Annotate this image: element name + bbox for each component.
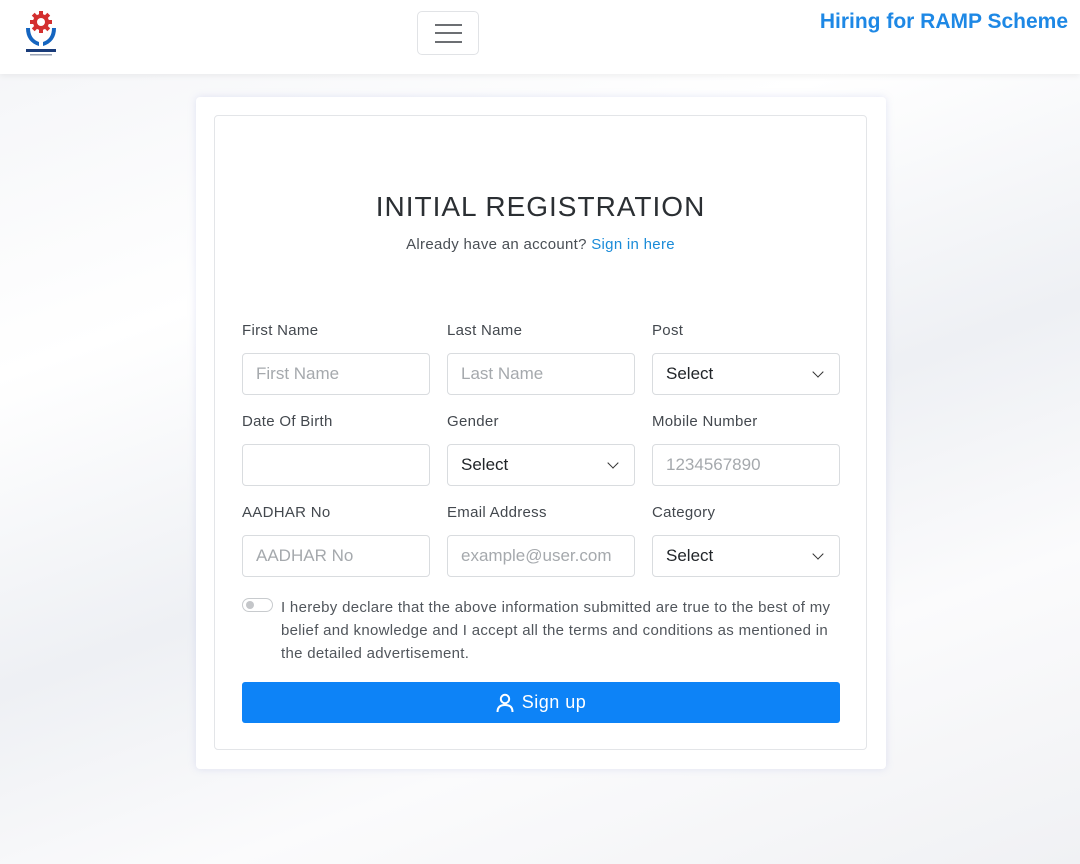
page-title: INITIAL REGISTRATION [375,191,706,222]
post-select[interactable]: Select [652,353,840,395]
first-name-label: First Name [242,322,319,339]
chevron-down-icon [607,457,619,469]
mobile-field: Mobile Number [652,413,840,486]
aadhar-label: AADHAR No [242,504,331,521]
user-icon [496,693,514,712]
menu-toggle-button[interactable] [417,11,479,55]
post-select-value: Select [666,364,714,383]
gender-select-value: Select [461,455,509,474]
last-name-field: Last Name [447,322,635,395]
gender-select[interactable]: Select [447,444,635,486]
registration-card: INITIAL REGISTRATION Already have an acc… [196,97,886,769]
hamburger-menu-icon [435,24,462,26]
top-navbar: Hiring for RAMP Scheme [0,0,1080,74]
signin-prompt: Already have an account? Sign in here [215,236,866,253]
email-input[interactable] [447,535,635,577]
declaration-toggle[interactable] [242,598,273,612]
signin-prompt-text: Already have an account? [406,236,587,253]
last-name-input[interactable] [447,353,635,395]
category-select[interactable]: Select [652,535,840,577]
post-field: Post Select [652,322,840,395]
post-label: Post [652,322,684,339]
declaration-text: I hereby declare that the above informat… [281,599,831,662]
mobile-label: Mobile Number [652,413,758,430]
email-field: Email Address [447,504,635,577]
mobile-input[interactable] [652,444,840,486]
registration-form: INITIAL REGISTRATION Already have an acc… [214,115,867,750]
signup-button[interactable]: Sign up [242,682,840,723]
first-name-input[interactable] [242,353,430,395]
signin-link[interactable]: Sign in here [591,236,675,253]
category-field: Category Select [652,504,840,577]
dob-label: Date Of Birth [242,413,333,430]
dob-field: Date Of Birth [242,413,430,486]
chevron-down-icon [812,366,824,378]
aadhar-field: AADHAR No [242,504,430,577]
category-label: Category [652,504,716,521]
signup-label: Sign up [521,692,587,712]
aadhar-input[interactable] [242,535,430,577]
hamburger-line [435,41,462,43]
first-name-field: First Name [242,322,430,395]
chevron-down-icon [812,548,824,560]
email-label: Email Address [447,504,547,521]
category-select-value: Select [666,546,714,565]
gender-field: Gender Select [447,413,635,486]
toggle-knob [246,601,254,609]
gender-label: Gender [447,413,499,430]
udyog-mitra-logo [26,11,56,56]
brand-title[interactable]: Hiring for RAMP Scheme [820,10,1068,34]
dob-input[interactable] [242,444,430,486]
hamburger-line [435,32,462,34]
last-name-label: Last Name [447,322,523,339]
